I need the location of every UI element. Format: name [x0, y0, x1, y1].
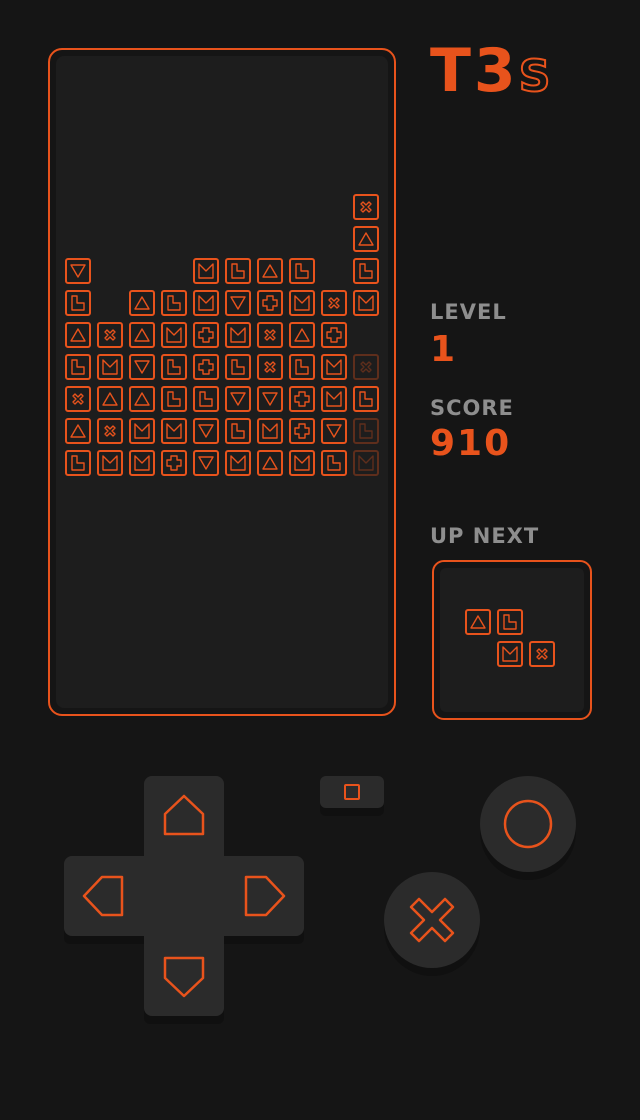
- dpad-right-button[interactable]: [224, 856, 304, 936]
- arrow-right-icon: [244, 875, 286, 917]
- game-board: [48, 48, 396, 716]
- arrow-left-icon: [82, 875, 124, 917]
- score-label: SCORE: [430, 396, 514, 420]
- logo-sub: S: [518, 50, 554, 103]
- level-label: LEVEL: [430, 300, 507, 324]
- arrow-down-icon: [163, 956, 205, 998]
- up-next-label: UP NEXT: [430, 524, 540, 548]
- dpad-down-button[interactable]: [144, 936, 224, 1016]
- logo-main: T3: [430, 36, 519, 106]
- game-logo: T3S: [430, 41, 596, 103]
- select-button[interactable]: [320, 776, 384, 808]
- score-value: 910: [430, 423, 512, 464]
- square-icon: [344, 784, 360, 800]
- cross-icon: [409, 897, 455, 943]
- next-piece-well: [440, 568, 584, 712]
- level-value: 1: [430, 329, 458, 370]
- b-button[interactable]: [384, 872, 480, 968]
- dpad-up-button[interactable]: [144, 776, 224, 856]
- a-button[interactable]: [480, 776, 576, 872]
- arrow-up-icon: [163, 794, 205, 836]
- game-board-well: [56, 56, 388, 708]
- circle-icon: [503, 799, 553, 849]
- dpad-left-button[interactable]: [64, 856, 144, 936]
- next-piece-preview: [432, 560, 592, 720]
